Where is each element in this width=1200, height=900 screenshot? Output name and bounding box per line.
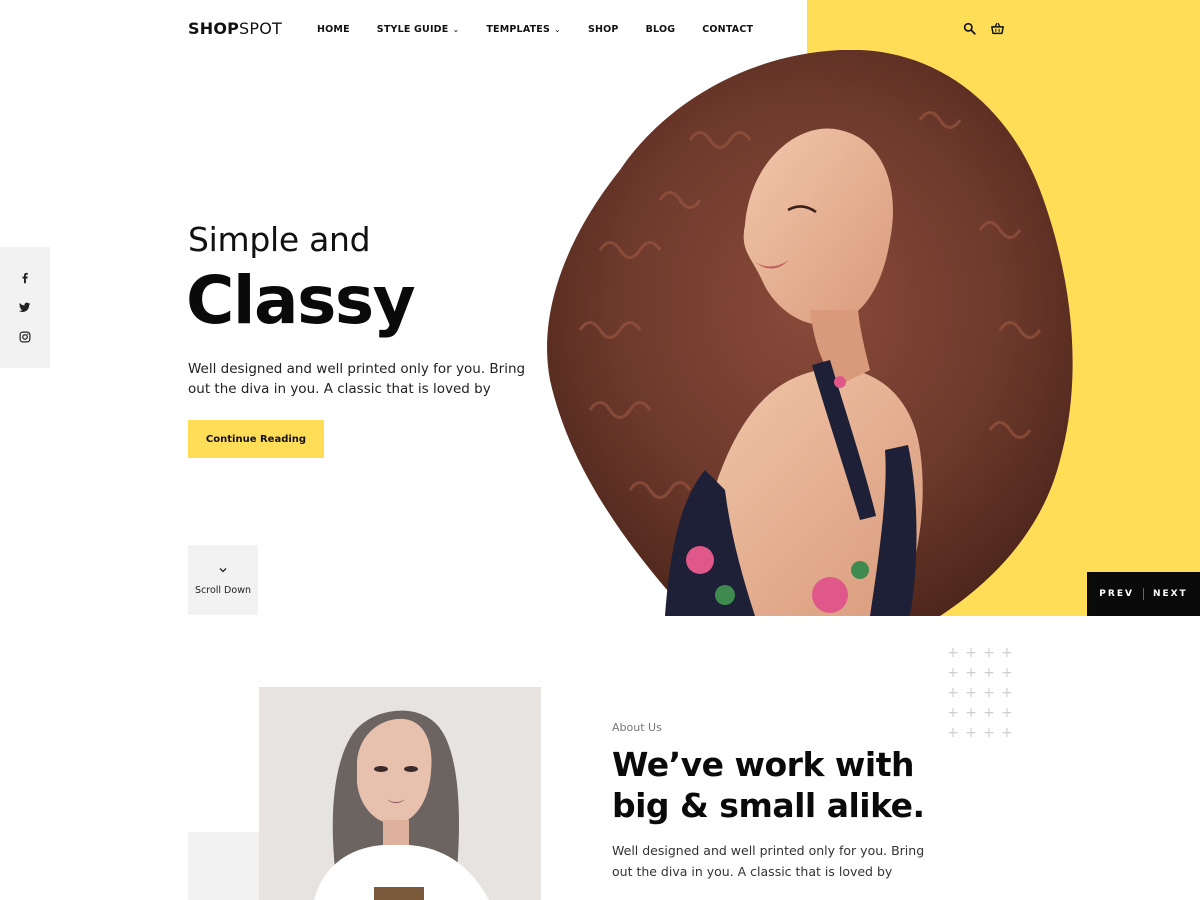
plus-icon: + (965, 665, 977, 681)
plus-icon: + (965, 685, 977, 701)
plus-icon: + (947, 665, 959, 681)
logo-bold-text: SHOP (188, 19, 240, 38)
about-decor-block (188, 832, 268, 900)
plus-icon: + (947, 645, 959, 661)
hero-title: Classy (186, 262, 416, 339)
prev-button[interactable]: PREV (1099, 589, 1134, 599)
logo-light-text: SPOT (239, 19, 283, 38)
plus-icon: + (1001, 685, 1013, 701)
site-logo[interactable]: SHOPSPOT (188, 19, 282, 38)
about-photo-illustration (259, 687, 541, 900)
slider-divider (1142, 588, 1144, 600)
nav-label: TEMPLATES (486, 24, 551, 35)
chevron-down-icon: ⌄ (452, 25, 460, 34)
plus-icon: + (965, 705, 977, 721)
plus-icon: + (1001, 645, 1013, 661)
about-title: We’ve work with big & small alike. (612, 744, 952, 826)
nav-item-templates[interactable]: TEMPLATES ⌄ (486, 24, 561, 35)
nav-label: HOME (317, 24, 350, 35)
twitter-icon[interactable] (19, 301, 31, 313)
about-title-line-1: We’ve work with (612, 745, 914, 784)
search-icon[interactable] (963, 22, 976, 35)
header-icons (963, 22, 1004, 35)
scroll-down-label: Scroll Down (195, 584, 251, 596)
scroll-down-button[interactable]: Scroll Down (188, 545, 258, 615)
basket-icon[interactable] (991, 22, 1004, 35)
plus-icon: + (965, 645, 977, 661)
plus-icon: + (983, 665, 995, 681)
plus-icon: + (947, 725, 959, 741)
nav-item-contact[interactable]: CONTACT (702, 24, 753, 35)
hero-subtitle: Simple and (188, 220, 371, 259)
about-eyebrow: About Us (612, 721, 662, 734)
facebook-icon[interactable] (19, 272, 31, 284)
main-nav: HOME STYLE GUIDE ⌄ TEMPLATES ⌄ SHOP BLOG C… (317, 24, 780, 35)
decorative-plus-pattern: + + + + + + + + + + + + + + + + + + + + (944, 643, 1016, 743)
plus-icon: + (965, 725, 977, 741)
nav-label: BLOG (645, 24, 676, 35)
about-title-line-2: big & small alike. (612, 786, 925, 825)
next-button[interactable]: NEXT (1153, 589, 1188, 599)
nav-label: SHOP (587, 24, 619, 35)
nav-item-style-guide[interactable]: STYLE GUIDE ⌄ (377, 24, 460, 35)
instagram-icon[interactable] (19, 331, 31, 343)
plus-icon: + (983, 645, 995, 661)
plus-icon: + (983, 685, 995, 701)
chevron-down-icon (219, 567, 227, 572)
social-sidebar (0, 247, 50, 368)
plus-icon: + (1001, 725, 1013, 741)
plus-icon: + (983, 705, 995, 721)
nav-item-home[interactable]: HOME (317, 24, 350, 35)
plus-icon: + (1001, 705, 1013, 721)
chevron-down-icon: ⌄ (554, 25, 561, 34)
plus-icon: + (947, 685, 959, 701)
nav-item-blog[interactable]: BLOG (646, 24, 676, 35)
nav-label: STYLE GUIDE (376, 24, 449, 35)
about-description: Well designed and well printed only for … (612, 843, 925, 879)
hero-description: Well designed and well printed only for … (188, 361, 526, 397)
plus-icon: + (983, 725, 995, 741)
about-model-photo (259, 687, 541, 900)
nav-item-shop[interactable]: SHOP (588, 24, 619, 35)
slider-nav: PREV NEXT (1087, 572, 1200, 616)
plus-icon: + (1001, 665, 1013, 681)
continue-reading-button[interactable]: Continue Reading (188, 420, 324, 458)
nav-label: CONTACT (702, 24, 754, 35)
plus-icon: + (947, 705, 959, 721)
hero-model-photo (547, 50, 1073, 616)
